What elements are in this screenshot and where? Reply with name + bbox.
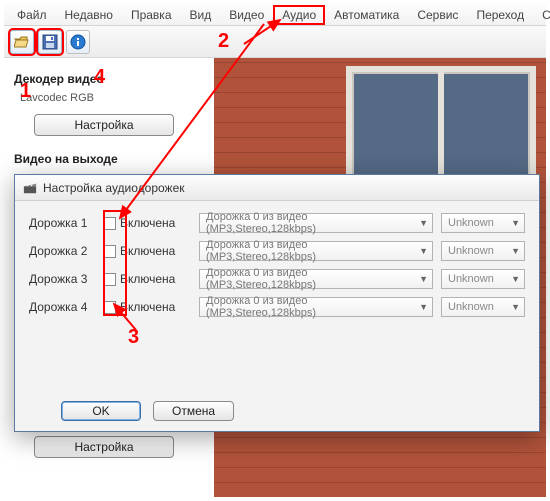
track-source-value: Дорожка 0 из видео (MP3,Stereo,128kbps): [206, 295, 419, 319]
track-enabled-checkbox[interactable]: [103, 273, 116, 286]
save-icon: [42, 34, 58, 50]
track-enabled-label: Включена: [120, 244, 175, 258]
dialog-title: Настройка аудиодорожек: [43, 181, 185, 195]
decoder-title: Декодер видео: [14, 72, 204, 86]
open-button[interactable]: [10, 30, 34, 54]
track-label: Дорожка 3: [29, 272, 95, 286]
menu-bar: Файл Недавно Правка Вид Видео Аудио Авто…: [4, 4, 546, 26]
track-encoder-value: Unknown: [448, 301, 494, 313]
chevron-down-icon: ▼: [511, 218, 520, 228]
decoder-sub: Lavcodec RGB: [20, 92, 204, 104]
track-source-combo[interactable]: Дорожка 0 из видео (MP3,Stereo,128kbps) …: [199, 269, 433, 289]
app-root: { "menu": { "items": ["Файл","Недавно","…: [4, 4, 546, 497]
chevron-down-icon: ▼: [419, 246, 428, 256]
clapper-icon: [23, 181, 37, 195]
dialog-titlebar[interactable]: Настройка аудиодорожек: [15, 175, 539, 201]
cancel-button[interactable]: Отмена: [153, 401, 234, 421]
track-encoder-combo[interactable]: Unknown ▼: [441, 241, 525, 261]
track-source-combo[interactable]: Дорожка 0 из видео (MP3,Stereo,128kbps) …: [199, 213, 433, 233]
chevron-down-icon: ▼: [419, 218, 428, 228]
track-enabled-checkbox[interactable]: [103, 301, 116, 314]
menu-service[interactable]: Сервис: [408, 5, 467, 25]
audio-tracks-dialog: Настройка аудиодорожек Дорожка 1 Включен…: [14, 174, 540, 432]
menu-audio[interactable]: Аудио: [273, 5, 325, 25]
tracks-container: Дорожка 1 Включена Дорожка 0 из видео (M…: [15, 201, 539, 331]
chevron-down-icon: ▼: [511, 274, 520, 284]
track-source-value: Дорожка 0 из видео (MP3,Stereo,128kbps): [206, 267, 419, 291]
track-row-1: Дорожка 1 Включена Дорожка 0 из видео (M…: [29, 213, 525, 233]
output-title: Видео на выходе: [14, 152, 204, 166]
menu-custom[interactable]: Своё: [533, 5, 550, 25]
track-row-2: Дорожка 2 Включена Дорожка 0 из видео (M…: [29, 241, 525, 261]
track-encoder-combo[interactable]: Unknown ▼: [441, 213, 525, 233]
menu-auto[interactable]: Автоматика: [325, 5, 408, 25]
info-icon: [70, 34, 86, 50]
chevron-down-icon: ▼: [419, 274, 428, 284]
dialog-buttons: OK Отмена: [15, 401, 539, 421]
ok-button[interactable]: OK: [61, 401, 141, 421]
track-source-value: Дорожка 0 из видео (MP3,Stereo,128kbps): [206, 239, 419, 263]
track-source-combo[interactable]: Дорожка 0 из видео (MP3,Stereo,128kbps) …: [199, 241, 433, 261]
track-enabled-label: Включена: [120, 272, 175, 286]
save-button[interactable]: [38, 30, 62, 54]
track-encoder-value: Unknown: [448, 273, 494, 285]
track-label: Дорожка 2: [29, 244, 95, 258]
track-enabled-label: Включена: [120, 300, 175, 314]
info-button[interactable]: [66, 30, 90, 54]
track-row-4: Дорожка 4 Включена Дорожка 0 из видео (M…: [29, 297, 525, 317]
open-icon: [14, 34, 30, 50]
track-row-3: Дорожка 3 Включена Дорожка 0 из видео (M…: [29, 269, 525, 289]
track-enabled-checkbox[interactable]: [103, 245, 116, 258]
menu-go[interactable]: Переход: [467, 5, 533, 25]
menu-video[interactable]: Видео: [220, 5, 273, 25]
track-label: Дорожка 1: [29, 216, 95, 230]
output-settings-button[interactable]: Настройка: [34, 436, 174, 458]
track-enabled-checkbox[interactable]: [103, 217, 116, 230]
track-source-combo[interactable]: Дорожка 0 из видео (MP3,Stereo,128kbps) …: [199, 297, 433, 317]
chevron-down-icon: ▼: [511, 246, 520, 256]
menu-file[interactable]: Файл: [8, 5, 56, 25]
track-encoder-value: Unknown: [448, 245, 494, 257]
track-enabled-label: Включена: [120, 216, 175, 230]
track-encoder-combo[interactable]: Unknown ▼: [441, 269, 525, 289]
menu-view[interactable]: Вид: [181, 5, 221, 25]
track-encoder-combo[interactable]: Unknown ▼: [441, 297, 525, 317]
menu-recent[interactable]: Недавно: [56, 5, 122, 25]
menu-edit[interactable]: Правка: [122, 5, 181, 25]
toolbar: [4, 26, 546, 58]
track-source-value: Дорожка 0 из видео (MP3,Stereo,128kbps): [206, 211, 419, 235]
decoder-settings-button[interactable]: Настройка: [34, 114, 174, 136]
track-label: Дорожка 4: [29, 300, 95, 314]
chevron-down-icon: ▼: [511, 302, 520, 312]
chevron-down-icon: ▼: [419, 302, 428, 312]
track-encoder-value: Unknown: [448, 217, 494, 229]
